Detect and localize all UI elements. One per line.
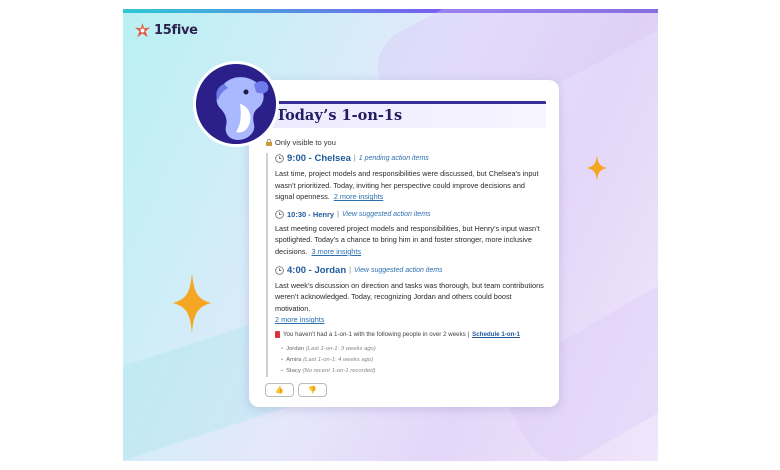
thumbs-up-icon: 👍: [275, 387, 284, 394]
card-header: Today’s 1-on-1s: [272, 101, 546, 128]
person-name: Jordan: [286, 346, 305, 352]
brand-logo: 15five: [135, 23, 198, 38]
sparkle-icon: [173, 273, 211, 333]
meeting-title[interactable]: 9:00 - Chelsea: [287, 153, 351, 164]
meeting-summary: Last meeting covered project models and …: [275, 223, 546, 258]
sparkle-icon: [587, 155, 607, 181]
summary-text: Last time, project models and responsibi…: [275, 169, 539, 202]
meeting-item: 10:30 - Henry | View suggested action it…: [275, 210, 546, 258]
separator: |: [353, 155, 356, 162]
person-note: (No recent 1-on-1 recorded): [302, 368, 376, 374]
action-items-link[interactable]: View suggested action items: [354, 267, 443, 274]
list-item: Jordan (Last 1-on-1: 3 weeks ago): [281, 344, 546, 355]
more-insights-link[interactable]: 2 more insights: [275, 315, 324, 324]
meeting-item: 9:00 - Chelsea | 1 pending action items …: [275, 153, 546, 203]
person-name: Amira: [286, 357, 302, 363]
clock-icon: [275, 210, 284, 219]
thumbs-down-button[interactable]: 👎: [298, 383, 327, 397]
lock-icon: [266, 139, 272, 146]
clock-icon: [275, 265, 284, 275]
person-name: Stacy: [286, 368, 301, 374]
meeting-summary: Last time, project models and responsibi…: [275, 168, 546, 203]
clock-icon: [275, 154, 284, 163]
logo-burst-icon: [135, 23, 150, 38]
page-title: Today’s 1-on-1s: [276, 107, 403, 124]
more-insights-link[interactable]: 3 more insights: [312, 247, 361, 256]
separator: |: [337, 210, 339, 218]
thumbs-down-icon: 👎: [308, 387, 317, 394]
overdue-text: You haven’t had a 1-on-1 with the follow…: [283, 331, 470, 338]
list-item: Amira (Last 1-on-1: 4 weeks ago): [281, 355, 546, 366]
overdue-section: You haven’t had a 1-on-1 with the follow…: [266, 331, 546, 377]
more-insights-link[interactable]: 2 more insights: [334, 192, 383, 201]
summary-text: Last week’s discussion on direction and …: [275, 280, 544, 313]
meeting-list: 9:00 - Chelsea | 1 pending action items …: [266, 153, 546, 333]
one-on-ones-card: Today’s 1-on-1s Only visible to you 9:00…: [249, 80, 559, 407]
list-item: Stacy (No recent 1-on-1 recorded): [281, 366, 546, 377]
brand-name: 15five: [154, 23, 198, 38]
meeting-title[interactable]: 10:30 - Henry: [287, 210, 334, 219]
visibility-note: Only visible to you: [266, 138, 336, 147]
meeting-item: 4:00 - Jordan | View suggested action it…: [275, 265, 546, 326]
thumbs-up-button[interactable]: 👍: [265, 383, 294, 397]
dog-mascot-icon: [196, 64, 276, 144]
visibility-text: Only visible to you: [275, 138, 336, 147]
meeting-title[interactable]: 4:00 - Jordan: [287, 265, 346, 276]
action-items-link[interactable]: View suggested action items: [342, 211, 431, 218]
schedule-button[interactable]: Schedule 1-on-1: [472, 331, 520, 338]
app-canvas: 15five Today’s 1-on-1s Only visible to y…: [123, 9, 658, 461]
separator: |: [349, 266, 351, 274]
meeting-summary: Last week’s discussion on direction and …: [275, 280, 546, 326]
mascot-avatar: [196, 64, 276, 144]
action-items-link[interactable]: 1 pending action items: [359, 155, 429, 162]
calendar-icon: [275, 331, 280, 338]
person-note: (Last 1-on-1: 3 weeks ago): [305, 346, 376, 352]
overdue-people-list: Jordan (Last 1-on-1: 3 weeks ago) Amira …: [275, 344, 546, 377]
person-note: (Last 1-on-1: 4 weeks ago): [303, 357, 374, 363]
